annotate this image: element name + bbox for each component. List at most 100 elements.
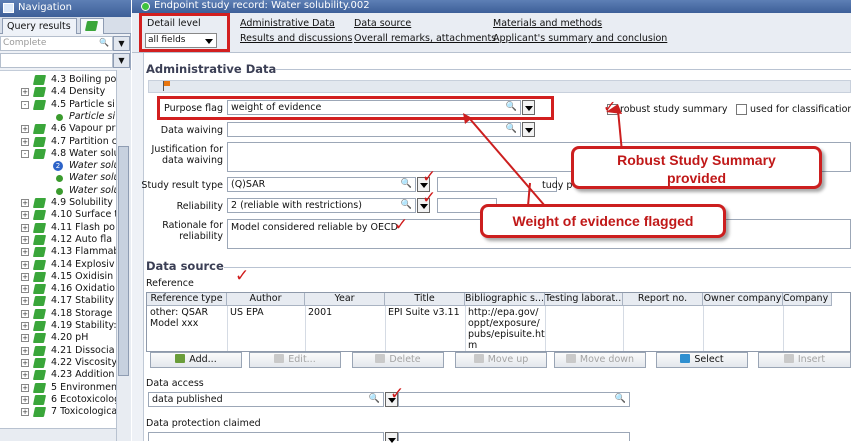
table-cell[interactable]: other: QSAR Model xxx [150,307,226,329]
section-book-icon [32,99,47,110]
filter-dropdown-button[interactable]: ▼ [113,36,130,51]
study-result-type-other-field[interactable] [437,177,557,192]
record-title-bar: Endpoint study record: Water solubility.… [132,0,851,13]
table-cell[interactable]: 2001 [308,307,384,318]
section-book-icon [32,284,47,295]
data-waiving-dropdown[interactable] [522,122,535,137]
expand-icon[interactable]: + [21,309,29,318]
column-header[interactable]: Title [385,293,465,306]
tree-item-label: 4.18 Storage [51,307,113,319]
add-button[interactable]: Add... [150,352,242,368]
expand-icon[interactable]: + [21,346,29,355]
column-divider [227,306,228,351]
tree-item-label: 4.17 Stability [51,295,115,307]
expand-icon[interactable]: + [21,88,29,97]
expand-icon[interactable]: + [21,358,29,367]
data-protection-field[interactable] [148,432,384,441]
data-waiving-field[interactable]: 🔍 [227,122,521,137]
tab-query-results[interactable]: Query results [2,18,77,34]
record-status-icon [141,2,150,11]
study-result-type-label: Study result type [141,180,223,191]
flag-icon[interactable] [163,81,170,91]
secondary-filter-input[interactable] [0,53,113,68]
search-icon: 🔍 [99,38,109,47]
column-header[interactable]: Testing laborat... [545,293,623,306]
expand-icon[interactable]: + [21,272,29,281]
section-book-icon [32,198,47,208]
move-up-button[interactable]: Move up [455,352,547,368]
admin-section-divider [276,69,851,70]
search-icon: 🔍 [614,394,626,404]
expand-icon[interactable]: + [21,223,29,232]
select-icon [680,354,691,363]
tree-horizontal-scrollbar[interactable] [0,428,116,441]
expand-icon[interactable]: + [21,260,29,269]
expand-icon[interactable]: + [21,334,29,343]
navigation-title-bar: Navigation [0,0,131,17]
link-data-source[interactable]: Data source [354,18,411,29]
expand-icon[interactable]: + [21,137,29,146]
section-book-icon [32,308,47,319]
column-header[interactable]: Report no. [623,293,703,306]
table-cell[interactable]: EPI Suite v3.11 [388,307,464,318]
link-administrative-data[interactable]: Administrative Data [240,18,335,29]
table-cell[interactable]: http://epa.gov/ oppt/exposure/ pubs/epis… [468,307,545,351]
edit-button[interactable]: Edit... [249,352,341,368]
expand-icon[interactable]: + [21,383,29,392]
link-overall-remarks[interactable]: Overall remarks, attachments [354,33,496,44]
detail-level-highlight [139,13,230,52]
expand-icon[interactable]: + [21,371,29,380]
link-materials-methods[interactable]: Materials and methods [493,18,602,29]
data-protection-dropdown[interactable] [385,432,398,443]
tree-item-label: 4.5 Particle si [51,98,115,110]
collapse-icon[interactable]: - [21,100,29,109]
expand-icon[interactable]: + [21,322,29,330]
expand-icon[interactable]: + [21,125,29,134]
delete-button[interactable]: Delete [352,352,444,368]
record-status-icon [56,187,63,195]
expand-icon[interactable]: + [21,297,29,306]
move-down-button[interactable]: Move down [554,352,646,368]
expand-icon[interactable]: + [21,199,29,207]
tab-composition[interactable] [80,18,104,34]
section-book-icon [32,382,47,393]
expand-icon[interactable]: + [21,395,29,404]
table-cell[interactable]: US EPA [230,307,304,318]
section-book-icon [32,124,47,135]
justification-label: Justification for data waiving [151,144,223,166]
expand-icon[interactable]: + [21,211,29,220]
insert-button[interactable]: Insert [758,352,851,368]
tree-item-label: 4.19 Stability: [51,320,116,331]
data-protection-other-field[interactable] [398,432,630,441]
arrow-up-icon [473,354,484,363]
collapse-icon[interactable]: - [21,149,29,158]
column-header[interactable]: Owner company [703,293,783,306]
expand-icon[interactable]: + [21,408,29,417]
data-access-field[interactable]: data published 🔍 [148,392,384,407]
expand-icon[interactable]: + [21,235,29,244]
column-header[interactable]: Author [227,293,305,306]
column-header[interactable]: Reference type [147,293,227,306]
column-header[interactable]: Year [305,293,385,306]
filter-input[interactable]: Complete 🔍 [0,36,113,51]
section-book-icon [32,333,47,344]
secondary-filter-dropdown-button[interactable]: ▼ [113,53,130,68]
classification-checkbox[interactable] [736,104,747,115]
column-header[interactable]: Bibliographic s... [465,293,545,306]
data-access-other-field[interactable]: 🔍 [398,392,630,407]
column-divider [703,306,704,351]
tree-item-label: 4.15 Oxidisin [51,270,114,282]
navigation-tabs: Query results [0,17,131,34]
tree-scrollbar-thumb[interactable] [118,146,129,376]
select-button[interactable]: Select [656,352,748,368]
link-applicant-summary[interactable]: Applicant's summary and conclusion [493,33,667,44]
tree-item-label: 4.23 Addition [51,369,115,381]
tree-item-label: 4.16 Oxidatio [51,283,115,295]
expand-icon[interactable]: + [21,248,29,257]
expand-icon[interactable]: + [21,285,29,294]
tree-item-label: Water solu [69,184,116,196]
reliability-field[interactable]: 2 (reliable with restrictions) 🔍 [227,198,416,213]
column-header[interactable]: Company stud [783,293,832,306]
study-result-type-field[interactable]: (Q)SAR 🔍 [227,177,416,192]
link-results-discussions[interactable]: Results and discussions [240,33,352,44]
